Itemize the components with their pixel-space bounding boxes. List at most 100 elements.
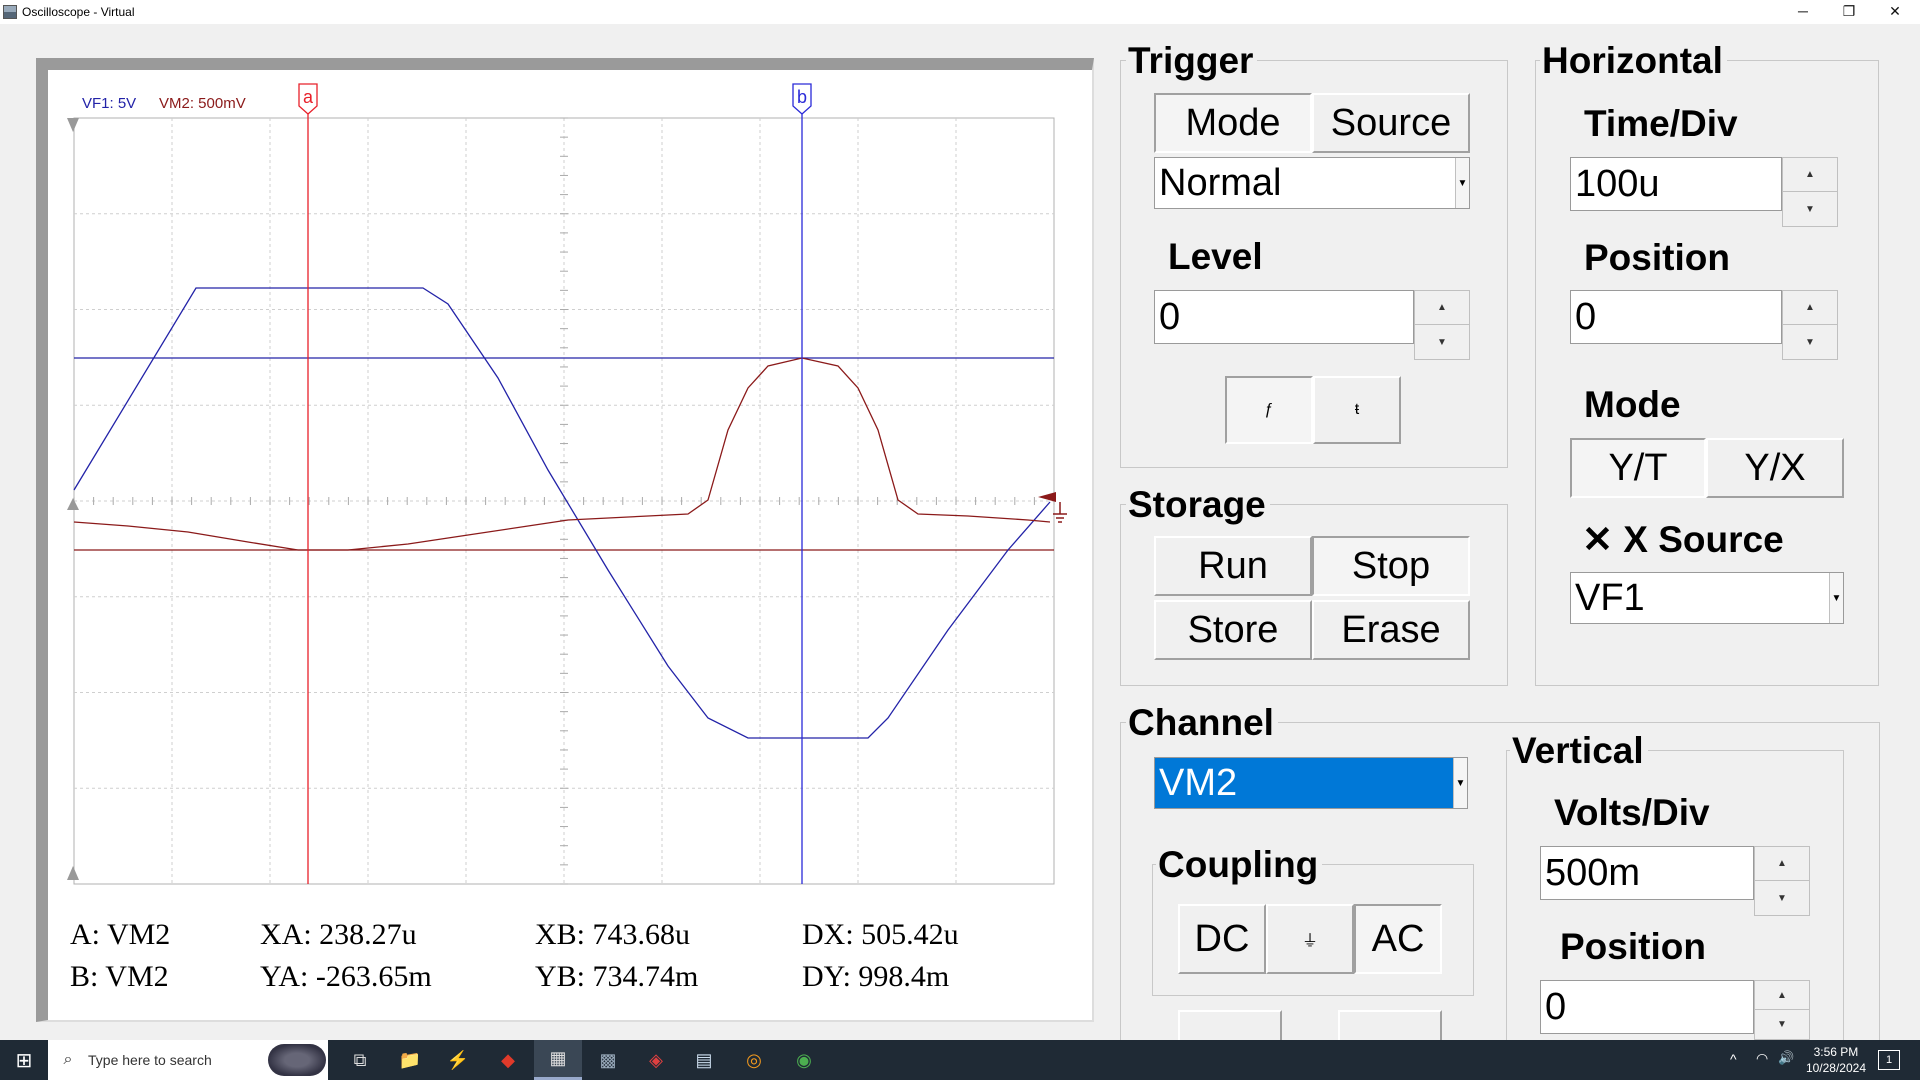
- channel1-waveform: [73, 287, 1051, 739]
- horizontal-mode-label: Mode: [1584, 384, 1681, 425]
- readout-a-channel: A: VM2: [70, 918, 171, 951]
- channel1-top-marker: [67, 118, 79, 132]
- clock-time: 3:56 PM: [1813, 1045, 1859, 1059]
- horizontal-title: Horizontal: [1540, 40, 1727, 82]
- yt-mode-button[interactable]: Y/T: [1570, 438, 1706, 498]
- trigger-rising-edge-button[interactable]: ƒ: [1225, 376, 1313, 444]
- vertical-title: Vertical: [1510, 730, 1648, 772]
- yx-mode-button[interactable]: Y/X: [1706, 438, 1844, 498]
- tray-overflow-icon[interactable]: ^: [1730, 1051, 1737, 1067]
- title-bar: Oscilloscope - Virtual ─ ❐ ✕: [0, 0, 1920, 24]
- search-placeholder: Type here to search: [88, 1052, 212, 1068]
- readout-ya: YA: -263.65m: [260, 960, 432, 993]
- x-source-select[interactable]: VF1 ▼: [1570, 572, 1844, 624]
- time-div-label: Time/Div: [1584, 103, 1738, 144]
- horizontal-position-label: Position: [1584, 237, 1730, 278]
- blender-icon[interactable]: ◎: [730, 1040, 778, 1080]
- store-button[interactable]: Store: [1154, 600, 1312, 660]
- spin-down-icon[interactable]: ▼: [1415, 325, 1469, 359]
- ground-coupling-button[interactable]: ⏚: [1266, 904, 1354, 974]
- spin-down-icon[interactable]: ▼: [1755, 881, 1809, 915]
- x-source-value: VF1: [1575, 576, 1645, 619]
- volume-icon[interactable]: 🔊: [1778, 1050, 1794, 1066]
- vertical-position-spinner[interactable]: ▲ ▼: [1754, 980, 1810, 1040]
- run-button[interactable]: Run: [1154, 536, 1312, 596]
- horizontal-position-input[interactable]: 0: [1570, 290, 1782, 344]
- spin-up-icon[interactable]: ▲: [1783, 291, 1837, 325]
- readout-xb: XB: 743.68u: [535, 918, 691, 951]
- spin-down-icon[interactable]: ▼: [1755, 1010, 1809, 1039]
- start-button[interactable]: ⊞: [0, 1040, 48, 1080]
- channel1-level-marker: [67, 498, 79, 510]
- file-explorer-icon[interactable]: 📁: [386, 1040, 434, 1080]
- erase-button[interactable]: Erase: [1312, 600, 1470, 660]
- app-icon: [3, 5, 17, 19]
- trigger-mode-select[interactable]: Normal ▼: [1154, 157, 1470, 209]
- chrome-icon[interactable]: ◉: [780, 1040, 828, 1080]
- volts-div-label: Volts/Div: [1554, 792, 1710, 833]
- notification-icon[interactable]: 1: [1878, 1050, 1900, 1070]
- time-div-input[interactable]: 100u: [1570, 157, 1782, 211]
- app-diamond-icon[interactable]: ◆: [484, 1040, 532, 1080]
- channel-title: Channel: [1126, 702, 1278, 744]
- coupling-title: Coupling: [1156, 844, 1323, 886]
- readout-xa: XA: 238.27u: [260, 918, 417, 951]
- restore-button[interactable]: ❐: [1826, 0, 1872, 24]
- oscilloscope-app-icon[interactable]: ▦: [534, 1040, 582, 1080]
- app-window-icon[interactable]: ▤: [680, 1040, 728, 1080]
- readout-dy: DY: 998.4m: [802, 960, 950, 993]
- spin-down-icon[interactable]: ▼: [1783, 325, 1837, 359]
- channel2-waveform: [73, 357, 1051, 551]
- storage-title: Storage: [1126, 484, 1270, 526]
- minimize-button[interactable]: ─: [1780, 0, 1826, 24]
- ac-coupling-button[interactable]: AC: [1354, 904, 1442, 974]
- x-source-label: ✕ X Source: [1582, 518, 1784, 561]
- scope-screen[interactable]: VF1: 5V VM2: 500mV a b: [48, 70, 1078, 890]
- spin-up-icon[interactable]: ▲: [1783, 158, 1837, 192]
- task-view-icon[interactable]: ⧉: [336, 1040, 384, 1080]
- trigger-mode-button[interactable]: Mode: [1154, 93, 1312, 153]
- trigger-level-spinner[interactable]: ▲ ▼: [1414, 290, 1470, 360]
- close-button[interactable]: ✕: [1872, 0, 1918, 24]
- cursor-a-label: a: [303, 87, 314, 107]
- time-div-spinner[interactable]: ▲ ▼: [1782, 157, 1838, 227]
- channel-value: VM2: [1155, 758, 1453, 808]
- dropdown-arrow-icon[interactable]: ▼: [1455, 158, 1469, 208]
- readout-yb: YB: 734.74m: [535, 960, 699, 993]
- trigger-title: Trigger: [1126, 40, 1258, 82]
- spin-up-icon[interactable]: ▲: [1415, 291, 1469, 325]
- dropdown-arrow-icon[interactable]: ▼: [1829, 573, 1843, 623]
- volts-div-spinner[interactable]: ▲ ▼: [1754, 846, 1810, 916]
- taskbar: ⊞ ⌕ Type here to search ⧉ 📁 ⚡ ◆ ▦ ▩ ◈ ▤ …: [0, 1040, 1920, 1080]
- channel1-scale-label: VF1: 5V: [82, 95, 136, 112]
- clock[interactable]: 3:56 PM 10/28/2024: [1806, 1044, 1866, 1076]
- readout-b-channel: B: VM2: [70, 960, 169, 993]
- search-highlight-image[interactable]: [268, 1044, 326, 1076]
- wifi-icon[interactable]: ◠: [1756, 1050, 1768, 1067]
- stop-button[interactable]: Stop: [1312, 536, 1470, 596]
- app-red-icon[interactable]: ◈: [632, 1040, 680, 1080]
- spin-up-icon[interactable]: ▲: [1755, 981, 1809, 1010]
- dropdown-arrow-icon[interactable]: ▼: [1453, 758, 1467, 808]
- vertical-position-label: Position: [1560, 926, 1706, 967]
- horizontal-position-spinner[interactable]: ▲ ▼: [1782, 290, 1838, 360]
- channel-extra-button-1[interactable]: [1178, 1010, 1282, 1040]
- app-grid-icon[interactable]: ▩: [584, 1040, 632, 1080]
- readout-dx: DX: 505.42u: [802, 918, 959, 951]
- search-icon: ⌕: [63, 1051, 73, 1068]
- spin-down-icon[interactable]: ▼: [1783, 192, 1837, 226]
- scope-center-ticks: [73, 117, 1055, 885]
- channel1-bottom-marker: [67, 866, 79, 880]
- channel-select[interactable]: VM2 ▼: [1154, 757, 1468, 809]
- channel-extra-button-2[interactable]: [1338, 1010, 1442, 1040]
- trigger-source-button[interactable]: Source: [1312, 93, 1470, 153]
- spin-up-icon[interactable]: ▲: [1755, 847, 1809, 881]
- volts-div-input[interactable]: 500m: [1540, 846, 1754, 900]
- trigger-level-input[interactable]: 0: [1154, 290, 1414, 344]
- x-source-text: X Source: [1623, 519, 1784, 560]
- trigger-falling-edge-button[interactable]: ŧ: [1313, 376, 1401, 444]
- dc-coupling-button[interactable]: DC: [1178, 904, 1266, 974]
- channel2-scale-label: VM2: 500mV: [159, 95, 246, 112]
- vertical-position-input[interactable]: 0: [1540, 980, 1754, 1034]
- app-lightning-icon[interactable]: ⚡: [434, 1040, 482, 1080]
